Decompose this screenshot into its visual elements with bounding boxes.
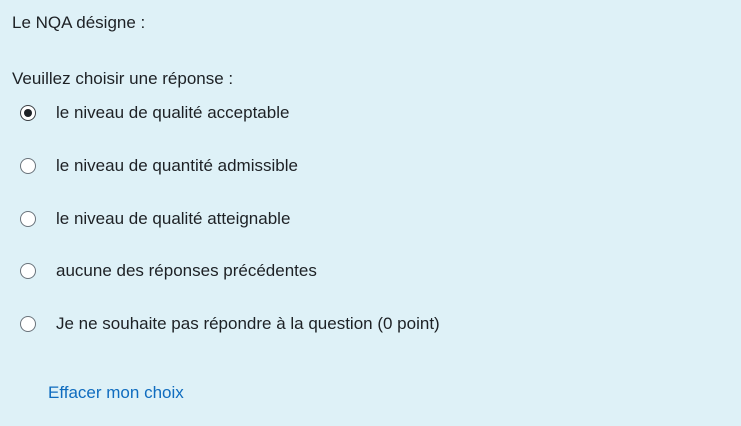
answer-option-3[interactable]: le niveau de qualité atteignable bbox=[20, 206, 440, 232]
answer-label: Je ne souhaite pas répondre à la questio… bbox=[56, 314, 440, 334]
answer-label: le niveau de quantité admissible bbox=[56, 155, 298, 175]
answer-option-5[interactable]: Je ne souhaite pas répondre à la questio… bbox=[20, 311, 440, 337]
radio-button[interactable] bbox=[20, 316, 36, 333]
answer-label: aucune des réponses précédentes bbox=[56, 261, 317, 281]
radio-button[interactable] bbox=[20, 210, 36, 227]
question-text: Le NQA désigne : bbox=[12, 13, 146, 32]
answer-option-4[interactable]: aucune des réponses précédentes bbox=[20, 258, 440, 284]
answer-label: le niveau de qualité acceptable bbox=[56, 103, 290, 122]
radio-button[interactable] bbox=[20, 157, 36, 174]
radio-button[interactable] bbox=[20, 105, 36, 121]
radio-button[interactable] bbox=[20, 263, 36, 280]
answer-option-1[interactable]: le niveau de qualité acceptable bbox=[20, 100, 440, 126]
answer-option-2[interactable]: le niveau de quantité admissible bbox=[20, 153, 440, 179]
radio-selected-dot bbox=[24, 109, 32, 117]
answer-prompt: Veuillez choisir une réponse : bbox=[12, 69, 234, 88]
answer-label: le niveau de qualité atteignable bbox=[56, 208, 291, 228]
clear-choice-link[interactable]: Effacer mon choix bbox=[48, 382, 184, 404]
answer-list: le niveau de qualité acceptable le nivea… bbox=[20, 100, 440, 364]
